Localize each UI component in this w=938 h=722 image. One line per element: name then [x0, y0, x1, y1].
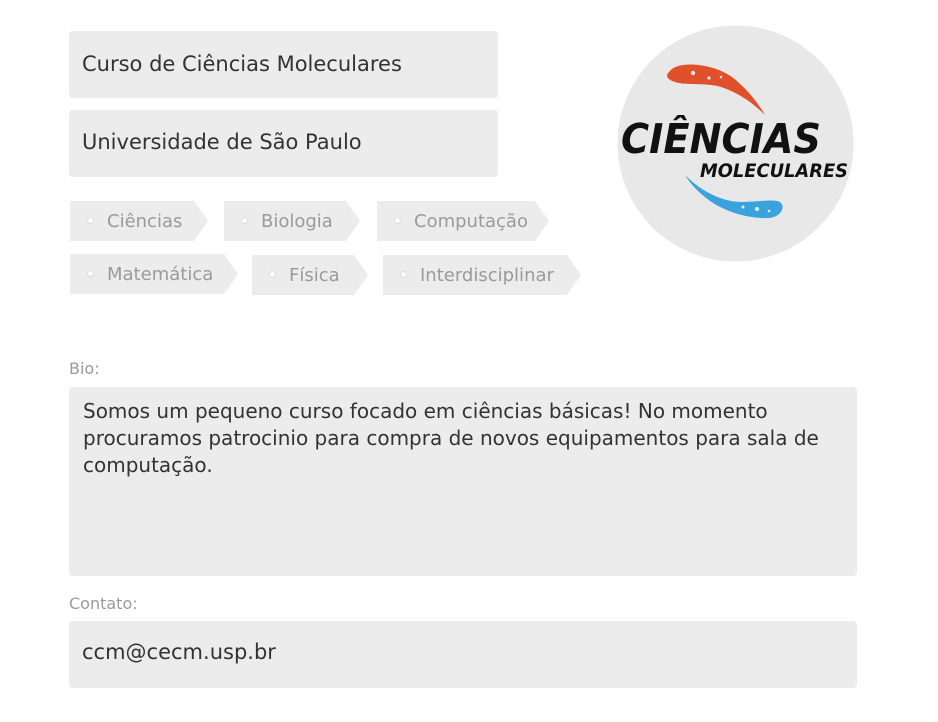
course-name-value: Curso de Ciências Moleculares — [82, 52, 402, 76]
tag-matematica[interactable]: Matemática — [70, 254, 238, 294]
logo-text-line2: MOLECULARES — [700, 160, 848, 182]
tag-radio-icon — [87, 270, 94, 277]
tag-radio-icon — [400, 271, 407, 278]
contact-input[interactable]: ccm@cecm.usp.br — [69, 621, 857, 688]
tag-radio-icon — [241, 217, 248, 224]
tag-radio-icon — [87, 217, 94, 224]
bio-label: Bio: — [69, 359, 100, 378]
tag-label: Ciências — [107, 211, 183, 232]
tag-label: Computação — [414, 211, 528, 232]
tag-label: Interdisciplinar — [420, 265, 554, 286]
contact-value: ccm@cecm.usp.br — [82, 640, 276, 664]
tag-radio-icon — [394, 217, 401, 224]
bio-textarea[interactable]: Somos um pequeno curso focado em ciência… — [69, 387, 857, 576]
university-field[interactable]: Universidade de São Paulo — [69, 110, 498, 177]
course-name-field[interactable]: Curso de Ciências Moleculares — [69, 31, 498, 98]
tag-label: Física — [289, 265, 340, 286]
tag-biologia[interactable]: Biologia — [224, 201, 360, 241]
tag-radio-icon — [269, 271, 276, 278]
tag-label: Matemática — [107, 264, 214, 285]
tag-label: Biologia — [261, 211, 333, 232]
tag-interdisciplinar[interactable]: Interdisciplinar — [383, 255, 581, 295]
bio-value: Somos um pequeno curso focado em ciência… — [83, 399, 819, 477]
contact-label: Contato: — [69, 594, 138, 613]
profile-page: Curso de Ciências Moleculares Universida… — [0, 0, 938, 722]
tag-computacao[interactable]: Computação — [377, 201, 549, 241]
tag-fisica[interactable]: Física — [252, 255, 368, 295]
ciencias-moleculares-logo: CIÊNCIAS MOLECULARES — [617, 25, 854, 262]
logo-text-line1: CIÊNCIAS — [621, 115, 821, 163]
tag-ciencias[interactable]: Ciências — [70, 201, 208, 241]
university-value: Universidade de São Paulo — [82, 130, 362, 154]
